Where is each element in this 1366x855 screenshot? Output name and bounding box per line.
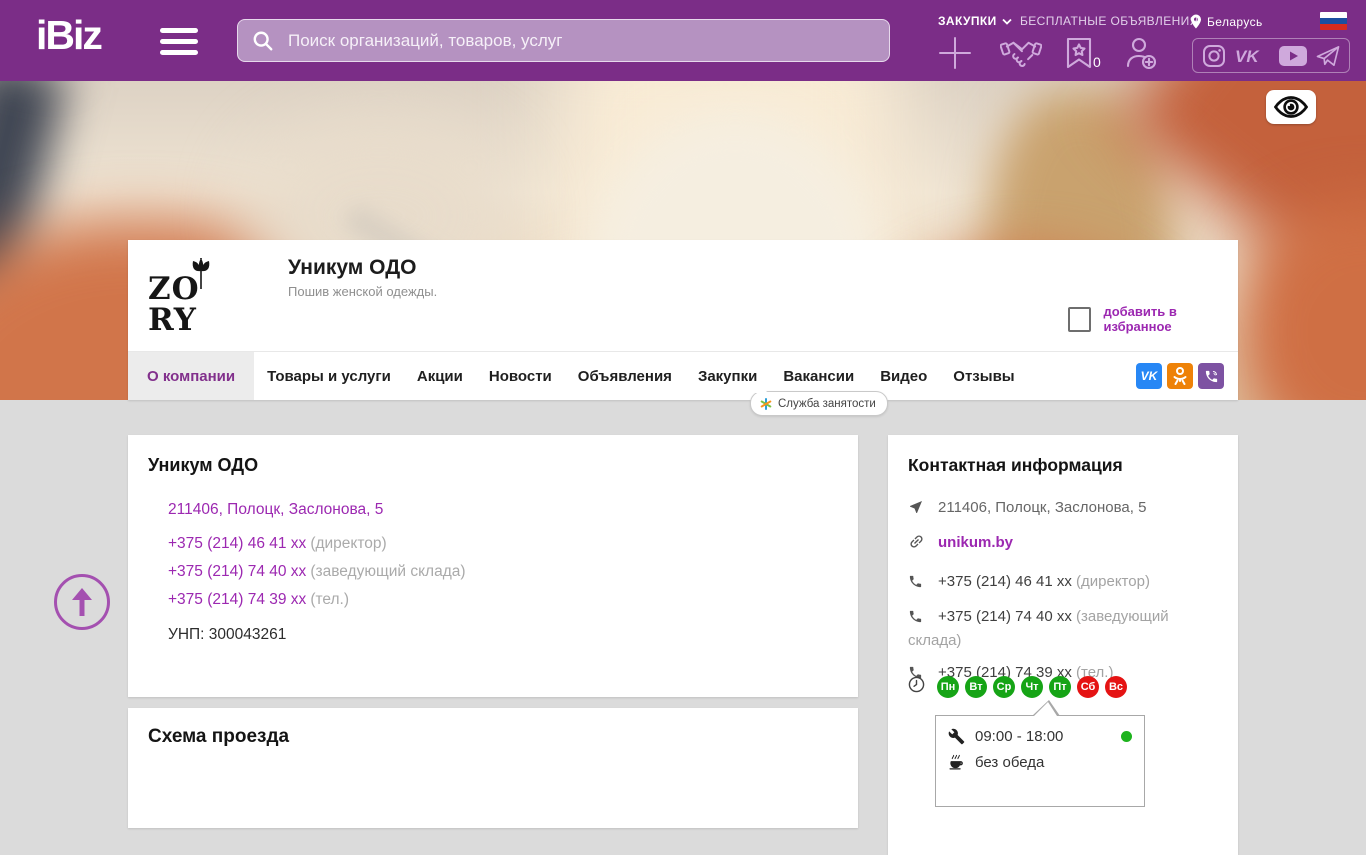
location-pin-icon [1191,14,1201,29]
add-to-favorites[interactable]: добавить в избранное [1068,304,1238,334]
accessibility-eye-button[interactable] [1266,90,1316,124]
day-badge: Вт [965,676,987,698]
svg-text:VK: VK [1235,47,1260,66]
phone-icon [909,575,922,588]
company-tagline: Пошив женской одежды. [288,284,438,299]
day-badge: Вс [1105,676,1127,698]
purchases-menu[interactable]: ЗАКУПКИ [938,14,1012,28]
search-icon [253,31,273,50]
company-tab-bar: О компании Товары и услуги Акции Новости… [128,351,1238,400]
bookmark-count: 0 [1093,54,1101,70]
coffee-cup-icon [949,754,963,770]
telegram-icon[interactable] [1316,45,1340,67]
phone-row[interactable]: +375 (214) 74 39 xx (тел.) [168,591,349,609]
phone-row[interactable]: +375 (214) 74 40 xx (заведующий склада) [168,563,466,581]
eye-icon [1274,96,1308,118]
contact-phone-row[interactable]: +375 (214) 46 41 xx (директор) [908,571,1220,595]
tab-promos[interactable]: Акции [404,352,476,400]
vk-button[interactable]: VK [1136,363,1162,389]
employment-service-icon [760,397,772,410]
favorites-label: добавить в избранное [1103,304,1177,334]
link-icon [910,535,923,548]
phone-row[interactable]: +375 (214) 46 41 xx (директор) [168,535,387,553]
website-link[interactable]: unikum.by [938,534,1013,551]
company-name: Уникум ОДО [288,256,417,279]
schedule-popup: 09:00 - 18:00 без обеда [935,700,1145,807]
search-bar[interactable] [237,19,890,62]
company-logo: ZO RY [148,248,248,350]
employment-service-tooltip: Служба занятости [750,384,888,416]
add-company-button[interactable] [938,36,972,75]
handshake-icon[interactable] [999,39,1043,76]
schedule-lunch-row: без обеда [948,754,1132,771]
top-header: iBiz ЗАКУПКИ БЕСПЛАТНЫЕ ОБЪЯВЛЕНИЯ Белар… [0,0,1366,81]
company-info-card: Уникум ОДО 211406, Полоцк, Заслонова, 5 … [128,435,858,697]
unp-number: УНП: 300043261 [168,626,287,643]
schedule-hours-row: 09:00 - 18:00 [948,728,1132,745]
search-input[interactable] [286,29,875,52]
phone-icon [909,610,922,623]
site-logo[interactable]: iBiz [36,12,103,59]
free-ads-link[interactable]: БЕСПЛАТНЫЕ ОБЪЯВЛЕНИЯ [1020,14,1199,28]
chevron-down-icon [1002,18,1012,25]
favorites-checkbox[interactable] [1068,306,1092,332]
region-selector[interactable]: Беларусь [1190,14,1263,29]
tab-reviews[interactable]: Отзывы [940,352,1027,400]
arrow-up-icon [72,588,92,616]
tab-news[interactable]: Новости [476,352,565,400]
odnoklassniki-button[interactable] [1167,363,1193,389]
day-badge: Сб [1077,676,1099,698]
day-badge: Пн [937,676,959,698]
tools-icon [948,728,965,745]
viber-button[interactable] [1198,363,1224,389]
tab-about[interactable]: О компании [128,352,255,400]
tulip-icon [192,258,210,290]
scroll-to-top-button[interactable] [54,574,110,630]
instagram-icon[interactable] [1202,44,1226,68]
about-card-title: Уникум ОДО [148,455,259,475]
day-badge: Чт [1021,676,1043,698]
tab-ads[interactable]: Объявления [565,352,685,400]
contact-website-row: unikum.by [908,532,1220,556]
youtube-icon[interactable] [1278,45,1307,66]
bookmark-icon[interactable] [1066,37,1092,74]
contact-info-card: Контактная информация 211406, Полоцк, За… [888,435,1238,855]
contact-address-row: 211406, Полоцк, Заслонова, 5 [908,497,1220,521]
company-social-buttons: VK [1136,363,1224,389]
navigation-arrow-icon [910,501,922,513]
day-badge: Ср [993,676,1015,698]
hamburger-menu-icon[interactable] [160,28,198,61]
contact-card-title: Контактная информация [908,455,1123,475]
directions-card: Схема проезда [128,708,858,828]
viber-phone-icon [1205,370,1217,382]
working-days: Пн Вт Ср Чт Пт Сб Вс [908,676,1133,698]
contact-phone-row[interactable]: +375 (214) 74 40 xx (заведующий склада) [908,606,1220,651]
company-address-link[interactable]: 211406, Полоцк, Заслонова, 5 [168,501,383,519]
day-badge: Пт [1049,676,1071,698]
directions-card-title: Схема проезда [148,726,290,747]
open-now-indicator [1121,731,1132,742]
vk-icon[interactable]: VK [1235,46,1269,66]
flag-russia-icon[interactable] [1320,12,1347,30]
clock-icon [908,676,925,693]
add-user-icon[interactable] [1124,37,1158,74]
tab-products[interactable]: Товары и услуги [254,352,404,400]
header-social-links: VK [1192,38,1350,73]
company-header-card: ZO RY Уникум ОДО Пошив женской одежды. д… [128,240,1238,416]
ok-person-icon [1173,367,1187,385]
